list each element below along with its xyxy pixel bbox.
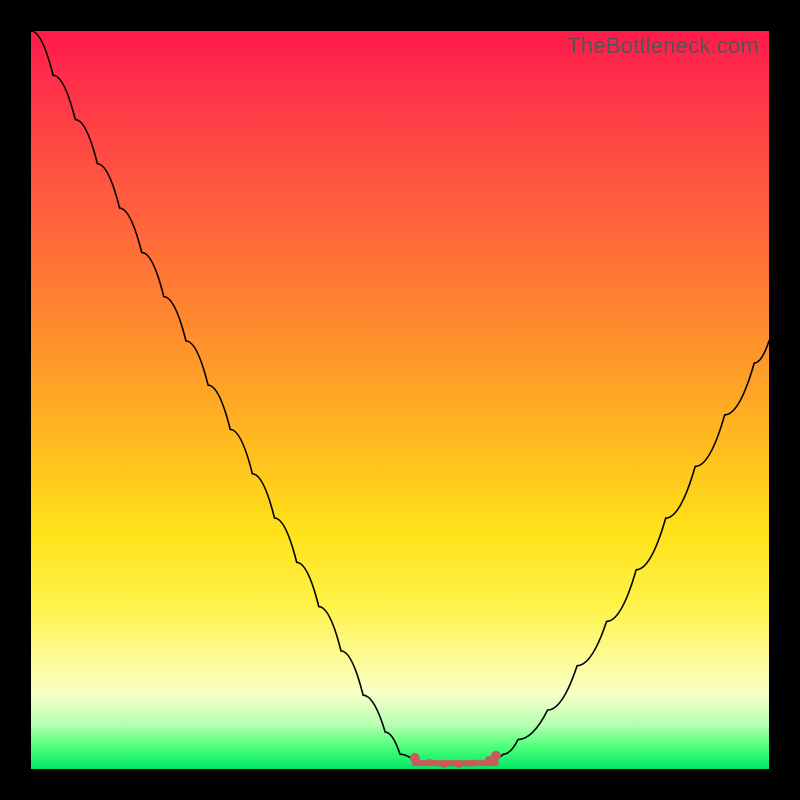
chart-frame: TheBottleneck.com <box>0 0 800 800</box>
optimal-point <box>410 753 420 763</box>
optimal-point <box>456 761 463 768</box>
optimal-point <box>426 759 433 766</box>
curve-svg <box>31 31 769 769</box>
bottleneck-curve <box>31 31 769 765</box>
optimal-point <box>485 756 492 763</box>
optimal-point <box>441 761 448 768</box>
optimal-point <box>491 751 501 761</box>
optimal-point <box>470 760 477 767</box>
plot-area: TheBottleneck.com <box>31 31 769 769</box>
